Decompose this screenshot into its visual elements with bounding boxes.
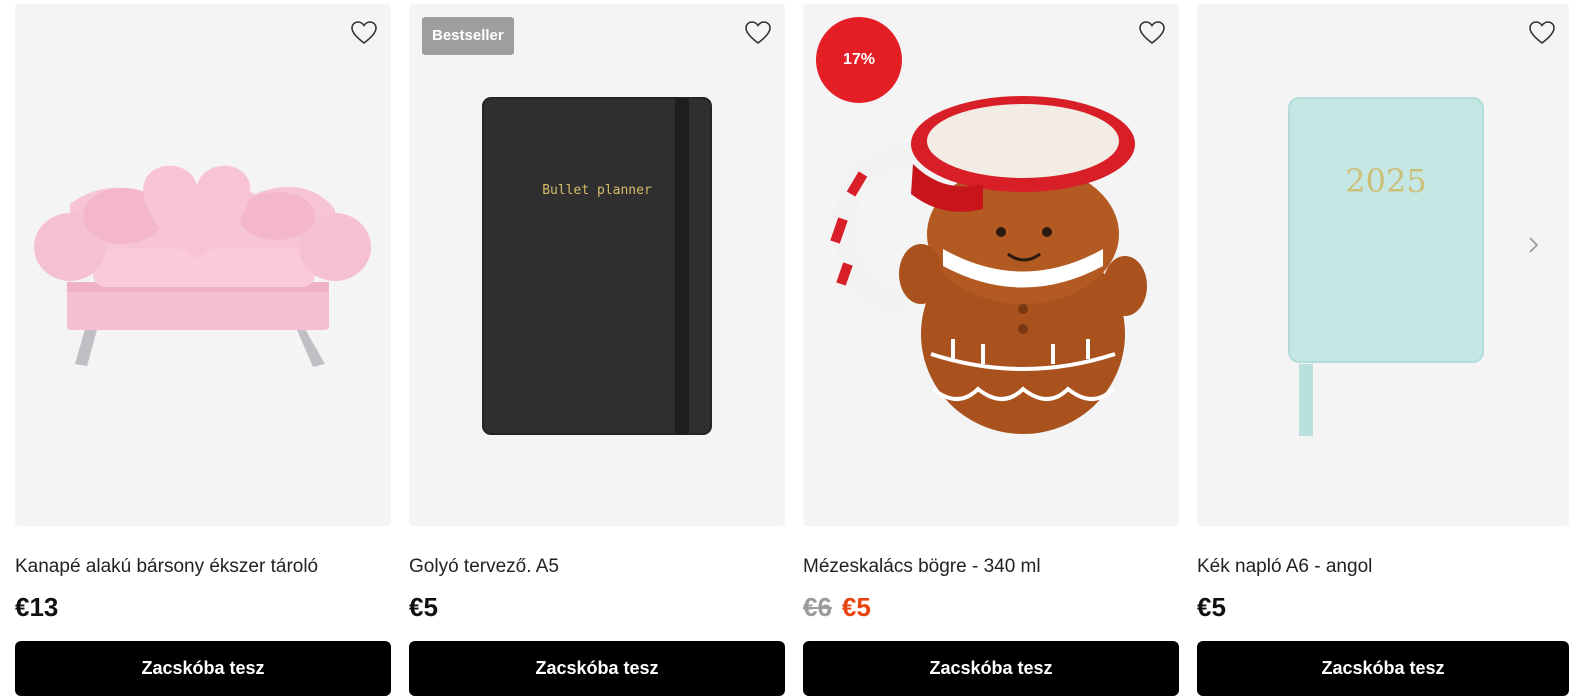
diary-cover-text: 2025 xyxy=(1345,162,1426,200)
sale-price: €5 xyxy=(841,592,871,622)
wishlist-heart-icon[interactable] xyxy=(744,20,772,46)
product-carousel: Kanapé alakú bársony ékszer tároló €13 Z… xyxy=(0,0,1569,700)
add-to-bag-button[interactable]: Zacskóba tesz xyxy=(1197,641,1569,696)
product-card[interactable]: Bullet planner Bestseller Golyó tervező.… xyxy=(409,4,785,696)
wishlist-heart-icon[interactable] xyxy=(1528,20,1556,46)
current-price: €13 xyxy=(15,592,59,622)
blue-diary-image: 2025 xyxy=(1288,97,1484,436)
chevron-right-icon[interactable] xyxy=(1523,230,1545,260)
product-title[interactable]: Golyó tervező. A5 xyxy=(409,556,559,578)
product-price: €5 xyxy=(1197,592,1226,623)
add-to-bag-button[interactable]: Zacskóba tesz xyxy=(15,641,391,696)
sofa-jewelry-box-image xyxy=(34,165,371,367)
add-to-bag-button[interactable]: Zacskóba tesz xyxy=(409,641,785,696)
product-image[interactable] xyxy=(15,4,391,526)
product-image[interactable]: Bullet planner Bestseller xyxy=(409,4,785,526)
product-price: €6 €5 xyxy=(803,592,871,623)
product-price: €5 xyxy=(409,592,438,623)
wishlist-heart-icon[interactable] xyxy=(1138,20,1166,46)
bestseller-badge: Bestseller xyxy=(422,17,514,55)
product-title[interactable]: Kanapé alakú bársony ékszer tároló xyxy=(15,556,318,578)
wishlist-heart-icon[interactable] xyxy=(350,20,378,46)
planner-cover-text: Bullet planner xyxy=(542,183,652,198)
product-card[interactable]: 17% Mézeskalács bögre - 340 ml €6 €5 Zacs… xyxy=(803,4,1179,696)
bullet-planner-image: Bullet planner xyxy=(482,97,712,435)
current-price: €5 xyxy=(409,592,438,622)
current-price: €5 xyxy=(1197,592,1226,622)
product-title[interactable]: Mézeskalács bögre - 340 ml xyxy=(803,556,1041,578)
product-title[interactable]: Kék napló A6 - angol xyxy=(1197,556,1372,578)
original-price: €6 xyxy=(803,592,832,622)
discount-badge: 17% xyxy=(816,17,902,103)
product-card[interactable]: Kanapé alakú bársony ékszer tároló €13 Z… xyxy=(15,4,391,696)
product-image[interactable]: 17% xyxy=(803,4,1179,526)
product-card[interactable]: 2025 Kék napló A6 - angol €5 Zacskóba te… xyxy=(1197,4,1569,696)
add-to-bag-button[interactable]: Zacskóba tesz xyxy=(803,641,1179,696)
product-price: €13 xyxy=(15,592,58,623)
product-image[interactable]: 2025 xyxy=(1197,4,1569,526)
